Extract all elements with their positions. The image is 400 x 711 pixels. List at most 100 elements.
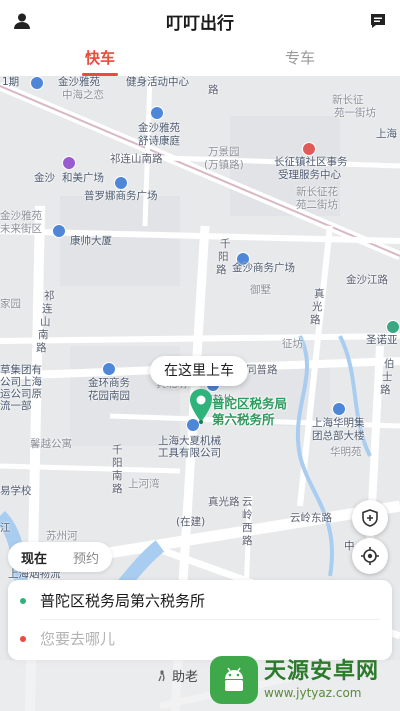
android-logo-icon bbox=[210, 656, 258, 704]
location-marker-icon bbox=[190, 389, 212, 424]
map-label: 1期 bbox=[2, 76, 20, 88]
map-label: 未来街区 bbox=[0, 223, 42, 235]
selected-place-line1: 普陀区税务局 bbox=[212, 396, 288, 411]
poi-pin bbox=[52, 224, 66, 238]
map-label: 金沙商务广场 bbox=[232, 262, 295, 274]
map-label: 舒诗康庭 bbox=[138, 135, 180, 147]
map-label: 金沙江路 bbox=[346, 274, 388, 286]
map-label: 光 bbox=[312, 301, 323, 313]
watermark-title: 天源安卓网 bbox=[264, 659, 380, 684]
map-label: 御墅 bbox=[250, 284, 271, 296]
map-label: 伯 bbox=[384, 358, 395, 370]
watermark-url: www.jytyaz.com bbox=[264, 686, 362, 700]
shield-icon bbox=[362, 509, 378, 527]
map-label: 长征镇社区事务 bbox=[274, 156, 348, 168]
safety-shield-button[interactable] bbox=[352, 500, 388, 536]
map-label: 苑一街坊 bbox=[334, 107, 376, 119]
poi-pin bbox=[62, 156, 76, 170]
mode-now[interactable]: 现在 bbox=[8, 548, 60, 567]
map-label: 路 bbox=[36, 342, 47, 354]
map-label: 健身活动中心 bbox=[126, 76, 189, 88]
map-label: 上海 bbox=[376, 128, 397, 140]
destination-dot bbox=[20, 636, 26, 642]
map-label: 康帅大厦 bbox=[70, 235, 112, 247]
ride-time-toggle: 现在 预约 bbox=[8, 542, 112, 572]
map-label: 流一部 bbox=[0, 400, 32, 412]
map-label: 阳 bbox=[218, 251, 229, 263]
map-label: 路 bbox=[208, 84, 219, 96]
map-label: 家园 bbox=[0, 298, 21, 310]
map-label: 金环商务 bbox=[88, 377, 130, 389]
map-label: 云岭东路 bbox=[290, 512, 332, 524]
map-label: 真 bbox=[314, 288, 325, 300]
map-label: 华明苑 bbox=[330, 446, 362, 458]
map-label: 千 bbox=[112, 444, 123, 456]
map-label: 岭 bbox=[242, 509, 253, 521]
poi-pin bbox=[30, 76, 44, 90]
map-label: 新长征 bbox=[332, 94, 364, 106]
selected-place-line2: 第六税务所 bbox=[212, 412, 275, 427]
map-label: 祁连山南路 bbox=[110, 153, 163, 165]
elderly-assist-label: 助老 bbox=[172, 670, 199, 685]
map-label: 南 bbox=[38, 329, 49, 341]
map-label: 路 bbox=[112, 483, 123, 495]
pickup-bubble[interactable]: 在这里上车 bbox=[150, 356, 248, 386]
map-label: 花园南园 bbox=[88, 390, 130, 402]
map-label: 同普路 bbox=[246, 364, 278, 376]
selected-place-label: 普陀区税务局 第六税务所 bbox=[212, 396, 287, 428]
poi-pin bbox=[114, 176, 128, 190]
app-header: 叮叮出行 bbox=[0, 0, 400, 42]
poi-pin bbox=[302, 142, 316, 156]
map-label: (万镇路) bbox=[204, 159, 244, 171]
map-label: 受理服务中心 bbox=[278, 169, 341, 181]
poi-pin bbox=[386, 320, 400, 334]
map-label: 山 bbox=[40, 316, 51, 328]
map-label: 中海之恋 bbox=[62, 89, 104, 101]
elderly-icon bbox=[158, 669, 165, 681]
service-tabs: 快车 专车 bbox=[0, 42, 400, 76]
map-label: 征坊 bbox=[282, 338, 303, 350]
map-label: 苑二街坊 bbox=[296, 199, 338, 211]
map-label: 南 bbox=[112, 470, 123, 482]
map-label: 路 bbox=[310, 314, 321, 326]
map-label: 千 bbox=[220, 238, 231, 250]
message-icon[interactable] bbox=[366, 9, 390, 33]
tab-express[interactable]: 快车 bbox=[0, 42, 200, 76]
elderly-assist-button[interactable]: 助老 bbox=[156, 666, 198, 685]
map-label: 金沙雅苑 bbox=[138, 122, 180, 134]
map-label: 真光路 bbox=[208, 496, 240, 508]
map-label: 馨越公寓 bbox=[30, 438, 72, 450]
start-dot bbox=[20, 598, 26, 604]
address-card: 普陀区税务局第六税务所 您要去哪儿 bbox=[8, 580, 392, 660]
map-label: 金沙 bbox=[34, 172, 55, 184]
map-label: 团总部大楼 bbox=[312, 430, 365, 442]
map-label: 西 bbox=[242, 522, 253, 534]
poi-pin bbox=[150, 106, 164, 120]
map-label: 万景园 bbox=[208, 146, 240, 158]
start-location-value: 普陀区税务局第六税务所 bbox=[40, 591, 206, 610]
map-label: 金沙雅苑 bbox=[58, 76, 100, 88]
map-label: 云 bbox=[242, 496, 253, 508]
mode-reserve[interactable]: 预约 bbox=[60, 548, 112, 567]
map-label: 工具有限公司 bbox=[158, 447, 221, 459]
app-title: 叮叮出行 bbox=[166, 13, 234, 34]
map-label: 上河湾 bbox=[128, 478, 160, 490]
destination-placeholder: 您要去哪儿 bbox=[40, 629, 116, 648]
map-label: 易学校 bbox=[0, 485, 32, 497]
map-label: 金沙雅苑 bbox=[0, 210, 42, 222]
site-watermark: 天源安卓网 www.jytyaz.com bbox=[210, 652, 396, 708]
map-label: 和美广场 bbox=[62, 172, 104, 184]
map-label: 圣诺亚 bbox=[366, 334, 398, 346]
start-location-row[interactable]: 普陀区税务局第六税务所 bbox=[8, 581, 392, 619]
map-label: 连 bbox=[42, 303, 53, 315]
user-icon[interactable] bbox=[10, 9, 34, 33]
map-label: 路 bbox=[380, 384, 391, 396]
tab-premium[interactable]: 专车 bbox=[200, 42, 400, 76]
map-label: 士 bbox=[382, 371, 393, 383]
map-label: 普罗娜商务广场 bbox=[84, 190, 158, 202]
poi-pin bbox=[102, 362, 116, 376]
map-label: 上海华明集 bbox=[312, 417, 365, 429]
map-label: 路 bbox=[216, 264, 227, 276]
map-label: 祁 bbox=[44, 290, 55, 302]
map-label: (在建) bbox=[176, 516, 206, 528]
